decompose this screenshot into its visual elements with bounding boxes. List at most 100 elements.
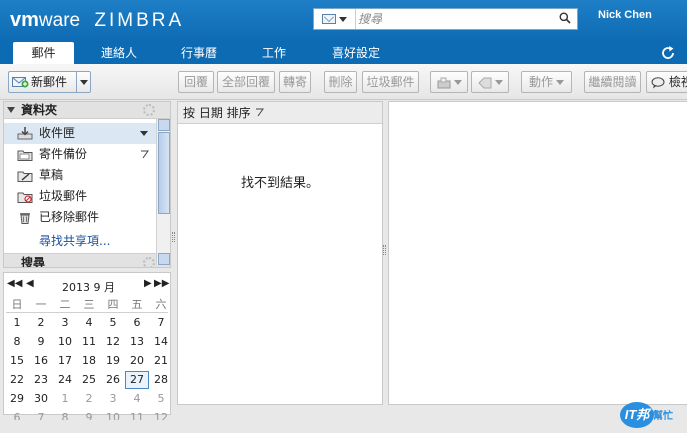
brand-product: ZIMBRA (94, 10, 185, 31)
folder-item-drafts[interactable]: 草稿 (4, 165, 156, 186)
calendar-day[interactable]: 24 (53, 371, 77, 389)
calendar-day[interactable]: 3 (101, 390, 125, 408)
tab-calendar[interactable]: 行事曆 (168, 42, 230, 64)
calendar-day[interactable]: 18 (77, 352, 101, 370)
calendar-day[interactable]: 30 (29, 390, 53, 408)
scroll-up-arrow[interactable] (158, 119, 170, 131)
view-button[interactable]: 檢視 (646, 71, 687, 93)
search-type-dropdown[interactable] (314, 9, 356, 29)
sort-indicator-icon[interactable] (255, 108, 264, 117)
calendar-day[interactable]: 1 (5, 314, 29, 332)
calendar-day[interactable]: 17 (53, 352, 77, 370)
gear-icon[interactable] (143, 104, 155, 116)
calendar-day[interactable]: 13 (125, 333, 149, 351)
calendar-day[interactable]: 9 (29, 333, 53, 351)
trash-icon (20, 213, 30, 224)
tab-contacts[interactable]: 連絡人 (88, 42, 150, 64)
calendar-day[interactable]: 19 (101, 352, 125, 370)
forward-button[interactable]: 轉寄 (279, 71, 311, 93)
calendar-day[interactable]: 4 (125, 390, 149, 408)
calendar-day[interactable]: 11 (77, 333, 101, 351)
tag-button[interactable] (471, 71, 509, 93)
calendar-day[interactable]: 29 (5, 390, 29, 408)
calendar-day[interactable]: 14 (149, 333, 173, 351)
prev-year-icon[interactable]: ◀◀ (7, 278, 22, 289)
sent-folder-icon (17, 150, 33, 161)
move-button[interactable] (430, 71, 468, 93)
calendar-day[interactable]: 21 (149, 352, 173, 370)
folder-item-inbox[interactable]: 收件匣 (4, 123, 156, 144)
actions-button[interactable]: 動作 (521, 71, 572, 93)
calendar-day[interactable]: 2 (77, 390, 101, 408)
calendar-day[interactable]: 20 (125, 352, 149, 370)
calendar-month-title[interactable]: 2013 9 月 (62, 279, 115, 295)
weekday-header: 三 (83, 298, 95, 311)
next-year-icon[interactable]: ▶▶ (154, 278, 169, 289)
tab-mail[interactable]: 郵件 (13, 42, 74, 64)
folders-header[interactable]: 資料夾 (4, 102, 170, 119)
gear-icon[interactable] (143, 257, 155, 267)
delete-button[interactable]: 刪除 (324, 71, 357, 93)
folder-scrollbar[interactable] (156, 119, 170, 265)
calendar-day[interactable]: 25 (77, 371, 101, 389)
prev-month-icon[interactable]: ◀ (26, 278, 34, 289)
user-name[interactable]: Nick Chen (598, 9, 652, 21)
calendar-day[interactable]: 23 (29, 371, 53, 389)
watermark-logo: IT邦 (620, 402, 654, 428)
collapse-triangle-icon[interactable] (7, 107, 15, 113)
tab-preferences[interactable]: 喜好設定 (320, 42, 392, 64)
calendar-nav: ◀◀ ◀ 2013 9 月 ▶ ▶▶ (4, 276, 170, 294)
search-input[interactable] (358, 10, 550, 28)
calendar-day[interactable]: 2 (29, 314, 53, 332)
app-header: vmware ZIMBRA Nick Chen (0, 0, 687, 42)
reply-all-button[interactable]: 全部回覆 (217, 71, 275, 93)
calendar-day[interactable]: 5 (149, 390, 173, 408)
calendar-day[interactable]: 12 (101, 333, 125, 351)
folder-label: 寄件備份 (39, 147, 88, 161)
folder-item-sent[interactable]: 寄件備份 (4, 144, 156, 165)
tab-tasks[interactable]: 工作 (250, 42, 298, 64)
drafts-folder-icon (17, 171, 33, 182)
continue-reading-button[interactable]: 繼續閱讀 (584, 71, 641, 93)
mini-calendar: ◀◀ ◀ 2013 9 月 ▶ ▶▶ 日一二三四五六 1 2 3 4 5 6 7 8 9 10 11… (3, 272, 173, 424)
calendar-day[interactable]: 8 (5, 333, 29, 351)
calendar-day[interactable]: 4 (77, 314, 101, 332)
next-month-icon[interactable]: ▶ (144, 278, 152, 289)
left-pane-sash[interactable] (172, 232, 175, 242)
search-icon[interactable] (559, 12, 571, 24)
calendar-day[interactable]: 16 (29, 352, 53, 370)
search-section-header[interactable]: 搜尋 (4, 253, 170, 267)
folder-item-trash[interactable]: 已移除郵件 (4, 207, 156, 228)
folder-panel: 資料夾 收件匣 寄件備份 草稿 垃圾郵件 已移除郵件 尋找共享項... 搜尋 (3, 101, 171, 268)
calendar-day[interactable]: 1 (53, 390, 77, 408)
folder-item-junk[interactable]: 垃圾郵件 (4, 186, 156, 207)
refresh-icon[interactable] (659, 44, 677, 62)
sort-by-date-label: 按 日期 排序 (183, 106, 251, 120)
calendar-day[interactable]: 22 (5, 371, 29, 389)
find-shares-link[interactable]: 尋找共享項... (39, 232, 110, 249)
chevron-down-icon[interactable] (80, 80, 88, 85)
calendar-day[interactable]: 7 (149, 314, 173, 332)
ithome-watermark-logo: IT邦 幫忙 (620, 400, 682, 430)
new-mail-button[interactable]: 新郵件 (8, 71, 91, 93)
new-mail-icon (12, 77, 29, 88)
calendar-day[interactable]: 5 (101, 314, 125, 332)
folder-label: 草稿 (39, 168, 64, 182)
reading-pane-sash[interactable] (383, 245, 386, 255)
calendar-day[interactable]: 26 (101, 371, 125, 389)
inbox-icon (17, 127, 33, 140)
zimbra-app: vmware ZIMBRA Nick Chen 郵件 連絡人 行事曆 工作 喜好… (0, 0, 687, 433)
calendar-day[interactable]: 15 (5, 352, 29, 370)
sort-header[interactable]: 按 日期 排序 (178, 102, 382, 124)
calendar-day[interactable]: 3 (53, 314, 77, 332)
scroll-thumb[interactable] (158, 132, 170, 214)
calendar-day[interactable]: 10 (53, 333, 77, 351)
calendar-day[interactable]: 28 (149, 371, 173, 389)
calendar-day[interactable]: 6 (125, 314, 149, 332)
chevron-down-icon[interactable] (140, 131, 148, 136)
reply-button[interactable]: 回覆 (178, 71, 214, 93)
calendar-day-today[interactable]: 27 (125, 371, 149, 389)
mail-toolbar: 新郵件 回覆 全部回覆 轉寄 刪除 垃圾郵件 動作 繼續閱讀 檢視 (0, 64, 687, 100)
scroll-down-arrow[interactable] (158, 253, 170, 265)
junk-button[interactable]: 垃圾郵件 (362, 71, 419, 93)
